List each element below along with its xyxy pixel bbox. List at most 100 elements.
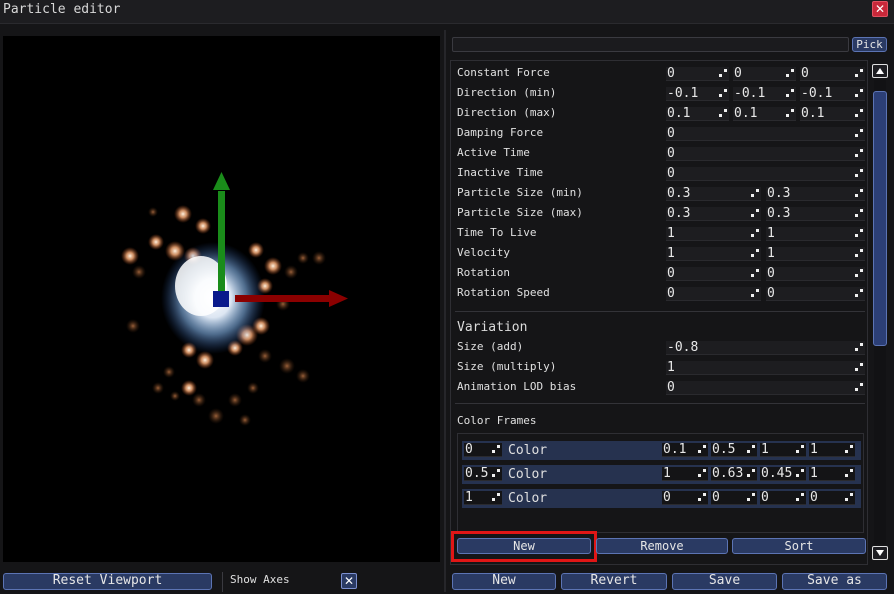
color-channel-field[interactable]: 0.1 [662, 443, 708, 457]
property-label: Rotation Speed [457, 286, 550, 299]
color-frames-heading: Color Frames [457, 414, 537, 427]
property-field[interactable]: 0 [666, 267, 761, 281]
axis-y-shaft[interactable] [218, 191, 225, 291]
field-value: 1 [810, 443, 818, 457]
property-field[interactable]: 0 [666, 287, 761, 301]
drag-value-icon [719, 69, 727, 77]
color-channel-field[interactable]: 1 [662, 467, 708, 481]
property-field[interactable]: 0 [733, 67, 796, 81]
pick-button[interactable]: Pick [852, 37, 887, 52]
field-value: 0.1 [801, 107, 825, 121]
property-label: Active Time [457, 146, 530, 159]
property-field[interactable]: 0 [800, 67, 865, 81]
property-field[interactable]: 1 [766, 247, 865, 261]
new-effect-button[interactable]: New [452, 573, 556, 590]
property-field[interactable]: 0 [666, 167, 865, 181]
property-field[interactable]: 0.3 [766, 187, 865, 201]
remove-color-frame-button[interactable]: Remove [596, 538, 728, 554]
frame-time-field[interactable]: 0 [464, 443, 502, 457]
property-label: Inactive Time [457, 166, 544, 179]
property-field[interactable]: 0 [666, 147, 865, 161]
color-frame-row[interactable]: 1 Color 0 0 0 0 [462, 489, 861, 508]
property-field[interactable]: 0 [766, 267, 865, 281]
property-label: Damping Force [457, 126, 544, 139]
property-field[interactable]: -0.1 [666, 87, 729, 101]
color-frame-row[interactable]: 0.5 Color 1 0.63 0.45 1 [462, 465, 861, 484]
property-field[interactable]: 0 [666, 67, 729, 81]
color-channel-field[interactable]: 0.63 [711, 467, 757, 481]
field-value: 0 [667, 287, 675, 301]
window-title: Particle editor [3, 2, 121, 17]
color-channel-field[interactable]: 0 [809, 491, 855, 505]
field-value: 1 [761, 443, 769, 457]
property-label: Constant Force [457, 66, 550, 79]
divider [455, 403, 865, 404]
save-as-button[interactable]: Save as [782, 573, 887, 590]
revert-button[interactable]: Revert [561, 573, 667, 590]
drag-value-icon [751, 269, 759, 277]
drag-value-icon [845, 445, 853, 453]
drag-value-icon [845, 469, 853, 477]
property-field[interactable]: 0 [666, 127, 865, 141]
drag-value-icon [796, 493, 804, 501]
field-value: 0.63 [712, 467, 744, 481]
property-field[interactable]: 0.1 [733, 107, 796, 121]
variation-field[interactable]: 0 [666, 381, 865, 395]
field-value: 1 [767, 227, 775, 241]
particle-viewport[interactable] [3, 36, 440, 562]
reset-viewport-button[interactable]: Reset Viewport [3, 573, 212, 590]
close-button[interactable]: ✕ [872, 1, 888, 17]
color-channel-field[interactable]: 1 [809, 467, 855, 481]
color-channel-field[interactable]: 0 [662, 491, 708, 505]
scrollbar-thumb[interactable] [873, 91, 887, 346]
scroll-down-button[interactable] [872, 546, 888, 560]
particle-preview [3, 36, 440, 562]
property-field[interactable]: 0 [766, 287, 865, 301]
field-value: 1 [663, 467, 671, 481]
property-field[interactable]: 0.3 [766, 207, 865, 221]
effect-name-input[interactable] [452, 37, 849, 52]
color-frame-row[interactable]: 0 Color 0.1 0.5 1 1 [462, 441, 861, 460]
axis-x-shaft[interactable] [235, 295, 329, 302]
show-axes-checkbox[interactable]: ✕ [341, 573, 357, 589]
property-field[interactable]: 0.1 [666, 107, 729, 121]
property-field[interactable]: -0.1 [733, 87, 796, 101]
color-channel-field[interactable]: 0.45 [760, 467, 806, 481]
property-field[interactable]: 0.3 [666, 187, 761, 201]
variation-field[interactable]: -0.8 [666, 341, 865, 355]
save-button[interactable]: Save [672, 573, 777, 590]
drag-value-icon [855, 109, 863, 117]
property-field[interactable]: 1 [666, 227, 761, 241]
close-icon: ✕ [874, 2, 886, 16]
variation-field[interactable]: 1 [666, 361, 865, 375]
frame-time-field[interactable]: 1 [464, 491, 502, 505]
divider [222, 572, 223, 592]
sort-color-frames-button[interactable]: Sort [732, 538, 866, 554]
property-label: Velocity [457, 246, 510, 259]
color-channel-field[interactable]: 0.5 [711, 443, 757, 457]
property-field[interactable]: 1 [766, 227, 865, 241]
property-field[interactable]: 0.3 [666, 207, 761, 221]
frame-time-field[interactable]: 0.5 [464, 467, 502, 481]
color-channel-field[interactable]: 1 [809, 443, 855, 457]
drag-value-icon [751, 289, 759, 297]
property-field[interactable]: 1 [666, 247, 761, 261]
property-label: Rotation [457, 266, 510, 279]
property-field[interactable]: -0.1 [800, 87, 865, 101]
drag-value-icon [747, 493, 755, 501]
axis-origin[interactable] [213, 291, 229, 307]
drag-value-icon [855, 149, 863, 157]
drag-value-icon [855, 89, 863, 97]
field-value: 0.1 [667, 107, 691, 121]
scroll-up-button[interactable] [872, 64, 888, 78]
color-channel-field[interactable]: 0 [711, 491, 757, 505]
color-channel-field[interactable]: 0 [760, 491, 806, 505]
drag-value-icon [796, 445, 804, 453]
drag-value-icon [855, 189, 863, 197]
field-value: 0 [801, 67, 809, 81]
property-field[interactable]: 0.1 [800, 107, 865, 121]
panel-separator[interactable] [444, 30, 446, 592]
color-channel-field[interactable]: 1 [760, 443, 806, 457]
show-axes-label: Show Axes [230, 573, 290, 586]
field-value: 0.45 [761, 467, 793, 481]
